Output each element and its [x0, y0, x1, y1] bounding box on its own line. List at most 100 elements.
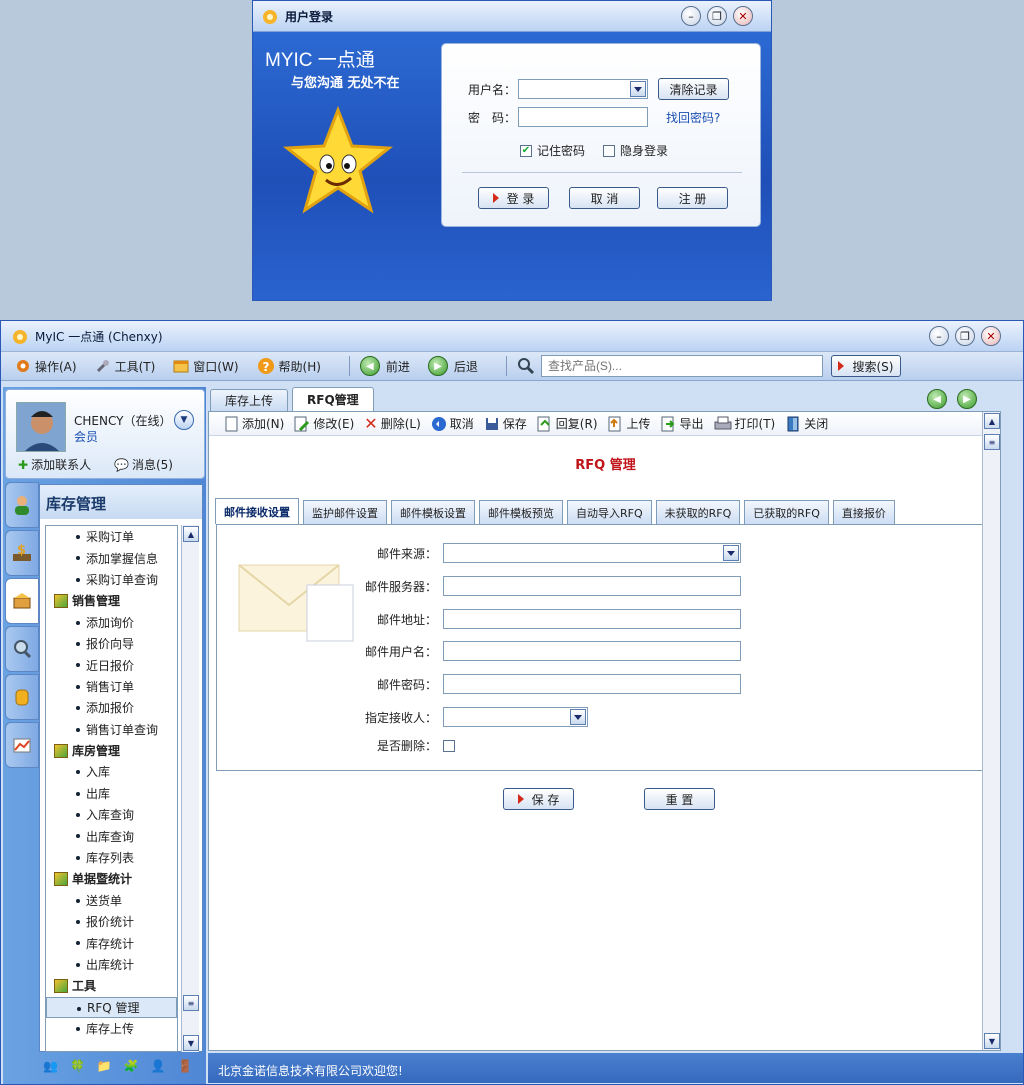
exit-icon[interactable]: 🚪 [178, 1059, 193, 1073]
cancel-button[interactable]: 取 消 [569, 187, 640, 209]
mail-address-input[interactable] [443, 609, 741, 629]
nav-item[interactable]: 出库查询 [46, 825, 177, 846]
nav-item[interactable]: 出库 [46, 783, 177, 804]
tab-mail-receive[interactable]: 邮件接收设置 [215, 498, 299, 524]
tab-next-icon[interactable]: ▶ [957, 389, 977, 409]
minimize-icon[interactable]: – [929, 326, 949, 346]
tab-auto-import[interactable]: 自动导入RFQ [567, 500, 652, 524]
username-dropdown[interactable] [518, 79, 648, 99]
mail-source-select[interactable] [443, 543, 741, 563]
database-tab[interactable] [5, 674, 39, 720]
clear-records-button[interactable]: 清除记录 [658, 78, 729, 100]
menu-tools[interactable]: 工具(T) [95, 358, 155, 375]
nav-group[interactable]: 工具 [46, 975, 177, 996]
search-tab[interactable] [5, 626, 39, 672]
add-contact-button[interactable]: ✚ 添加联系人 [18, 456, 91, 473]
scroll-thumb[interactable]: ≡ [183, 995, 199, 1011]
puzzle-icon[interactable]: 🧩 [124, 1059, 139, 1073]
scroll-up-icon[interactable]: ▲ [183, 526, 199, 542]
restore-icon[interactable]: ❐ [707, 6, 727, 26]
scroll-thumb[interactable]: ≡ [984, 434, 1000, 450]
folder-icon[interactable]: 📁 [97, 1059, 112, 1073]
nav-item[interactable]: 入库查询 [46, 804, 177, 825]
login-button[interactable]: 登 录 [478, 187, 549, 209]
inventory-tab[interactable] [5, 578, 39, 624]
nav-item[interactable]: 库存列表 [46, 847, 177, 868]
messages-button[interactable]: 💬 消息(5) [114, 456, 173, 473]
nav-item[interactable]: 近日报价 [46, 654, 177, 675]
save-toolbar-button[interactable]: 保存 [484, 415, 527, 432]
product-search-input[interactable] [540, 355, 823, 377]
export-button[interactable]: 导出 [661, 415, 704, 432]
register-button[interactable]: 注 册 [657, 187, 728, 209]
receiver-select[interactable] [443, 707, 588, 727]
reset-button[interactable]: 重 置 [644, 788, 715, 810]
close-doc-button[interactable]: 关闭 [785, 415, 828, 432]
nav-item[interactable]: 销售订单查询 [46, 719, 177, 740]
chevron-down-icon[interactable] [570, 709, 586, 725]
save-button[interactable]: 保 存 [503, 788, 574, 810]
delete-flag-checkbox[interactable] [443, 739, 455, 752]
document-scrollbar[interactable]: ▲ ≡ ▼ [982, 412, 1000, 1050]
close-icon[interactable]: ✕ [981, 326, 1001, 346]
delete-button[interactable]: ✕ 删除(L) [364, 414, 420, 433]
print-button[interactable]: 打印(T) [714, 415, 775, 432]
tab-fetched-rfq[interactable]: 已获取的RFQ [744, 500, 829, 524]
cancel-action-button[interactable]: 取消 [431, 415, 474, 432]
nav-item[interactable]: 入库 [46, 761, 177, 782]
tab-prev-icon[interactable]: ◀ [927, 389, 947, 409]
password-field[interactable] [518, 107, 648, 127]
tab-monitor-mail[interactable]: 监护邮件设置 [303, 500, 387, 524]
nav-item-selected[interactable]: RFQ 管理 [46, 996, 177, 1018]
nav-item[interactable]: 库存统计 [46, 932, 177, 953]
mail-username-input[interactable] [443, 641, 741, 661]
nav-item[interactable]: 采购订单查询 [46, 569, 177, 590]
nav-group[interactable]: 库房管理 [46, 740, 177, 761]
menu-window[interactable]: 窗口(W) [173, 358, 239, 375]
group-icon[interactable]: 👥 [43, 1059, 58, 1073]
nav-item[interactable]: 报价向导 [46, 633, 177, 654]
edit-button[interactable]: 修改(E) [294, 415, 354, 432]
nav-item[interactable]: 报价统计 [46, 911, 177, 932]
forward-button[interactable]: ◀ 前进 [359, 356, 410, 376]
avatar[interactable] [16, 402, 66, 452]
tab-unfetched-rfq[interactable]: 未获取的RFQ [655, 500, 741, 524]
close-icon[interactable]: ✕ [733, 6, 753, 26]
nav-item[interactable]: 添加报价 [46, 697, 177, 718]
nav-scrollbar[interactable]: ▲ ≡ ▼ [181, 525, 199, 1052]
invisible-login-checkbox[interactable]: ✔ [603, 144, 616, 157]
mail-server-input[interactable] [443, 576, 741, 596]
restore-icon[interactable]: ❐ [955, 326, 975, 346]
user-icon[interactable]: 👤 [151, 1059, 166, 1073]
nav-group[interactable]: 销售管理 [46, 590, 177, 611]
chevron-down-icon[interactable] [723, 545, 739, 561]
upload-button[interactable]: 上传 [608, 415, 651, 432]
back-button[interactable]: ▶ 后退 [427, 356, 478, 376]
restore-button[interactable]: 回复(R) [537, 415, 598, 432]
menu-operate[interactable]: 操作(A) [15, 358, 77, 375]
nav-group[interactable]: 单据暨统计 [46, 868, 177, 889]
scroll-up-icon[interactable]: ▲ [984, 413, 1000, 429]
remember-password-checkbox[interactable]: ✔ [520, 144, 532, 157]
tab-mail-template[interactable]: 邮件模板设置 [391, 500, 475, 524]
tab-stock-upload[interactable]: 库存上传 [210, 389, 289, 411]
nav-item[interactable]: 销售订单 [46, 676, 177, 697]
nav-item[interactable]: 出库统计 [46, 954, 177, 975]
status-dropdown-icon[interactable]: ▼ [174, 410, 194, 430]
nav-item[interactable]: 采购订单 [46, 526, 177, 547]
clover-icon[interactable]: 🍀 [70, 1059, 85, 1073]
chevron-down-icon[interactable] [630, 81, 646, 97]
chart-tab[interactable] [5, 722, 39, 768]
tab-direct-quote[interactable]: 直接报价 [832, 500, 895, 524]
tab-template-preview[interactable]: 邮件模板预览 [479, 500, 563, 524]
nav-item[interactable]: 送货单 [46, 890, 177, 911]
minimize-icon[interactable]: – [681, 6, 701, 26]
tab-rfq-management[interactable]: RFQ管理 [292, 387, 374, 411]
nav-item[interactable]: 添加询价 [46, 612, 177, 633]
scroll-down-icon[interactable]: ▼ [183, 1035, 199, 1051]
add-button[interactable]: 添加(N) [225, 415, 284, 432]
forgot-password-link[interactable]: 找回密码? [666, 109, 720, 126]
menu-help[interactable]: ? 帮助(H) [257, 357, 321, 375]
search-button[interactable]: 搜索(S) [830, 355, 901, 377]
contacts-tab[interactable] [5, 482, 39, 528]
